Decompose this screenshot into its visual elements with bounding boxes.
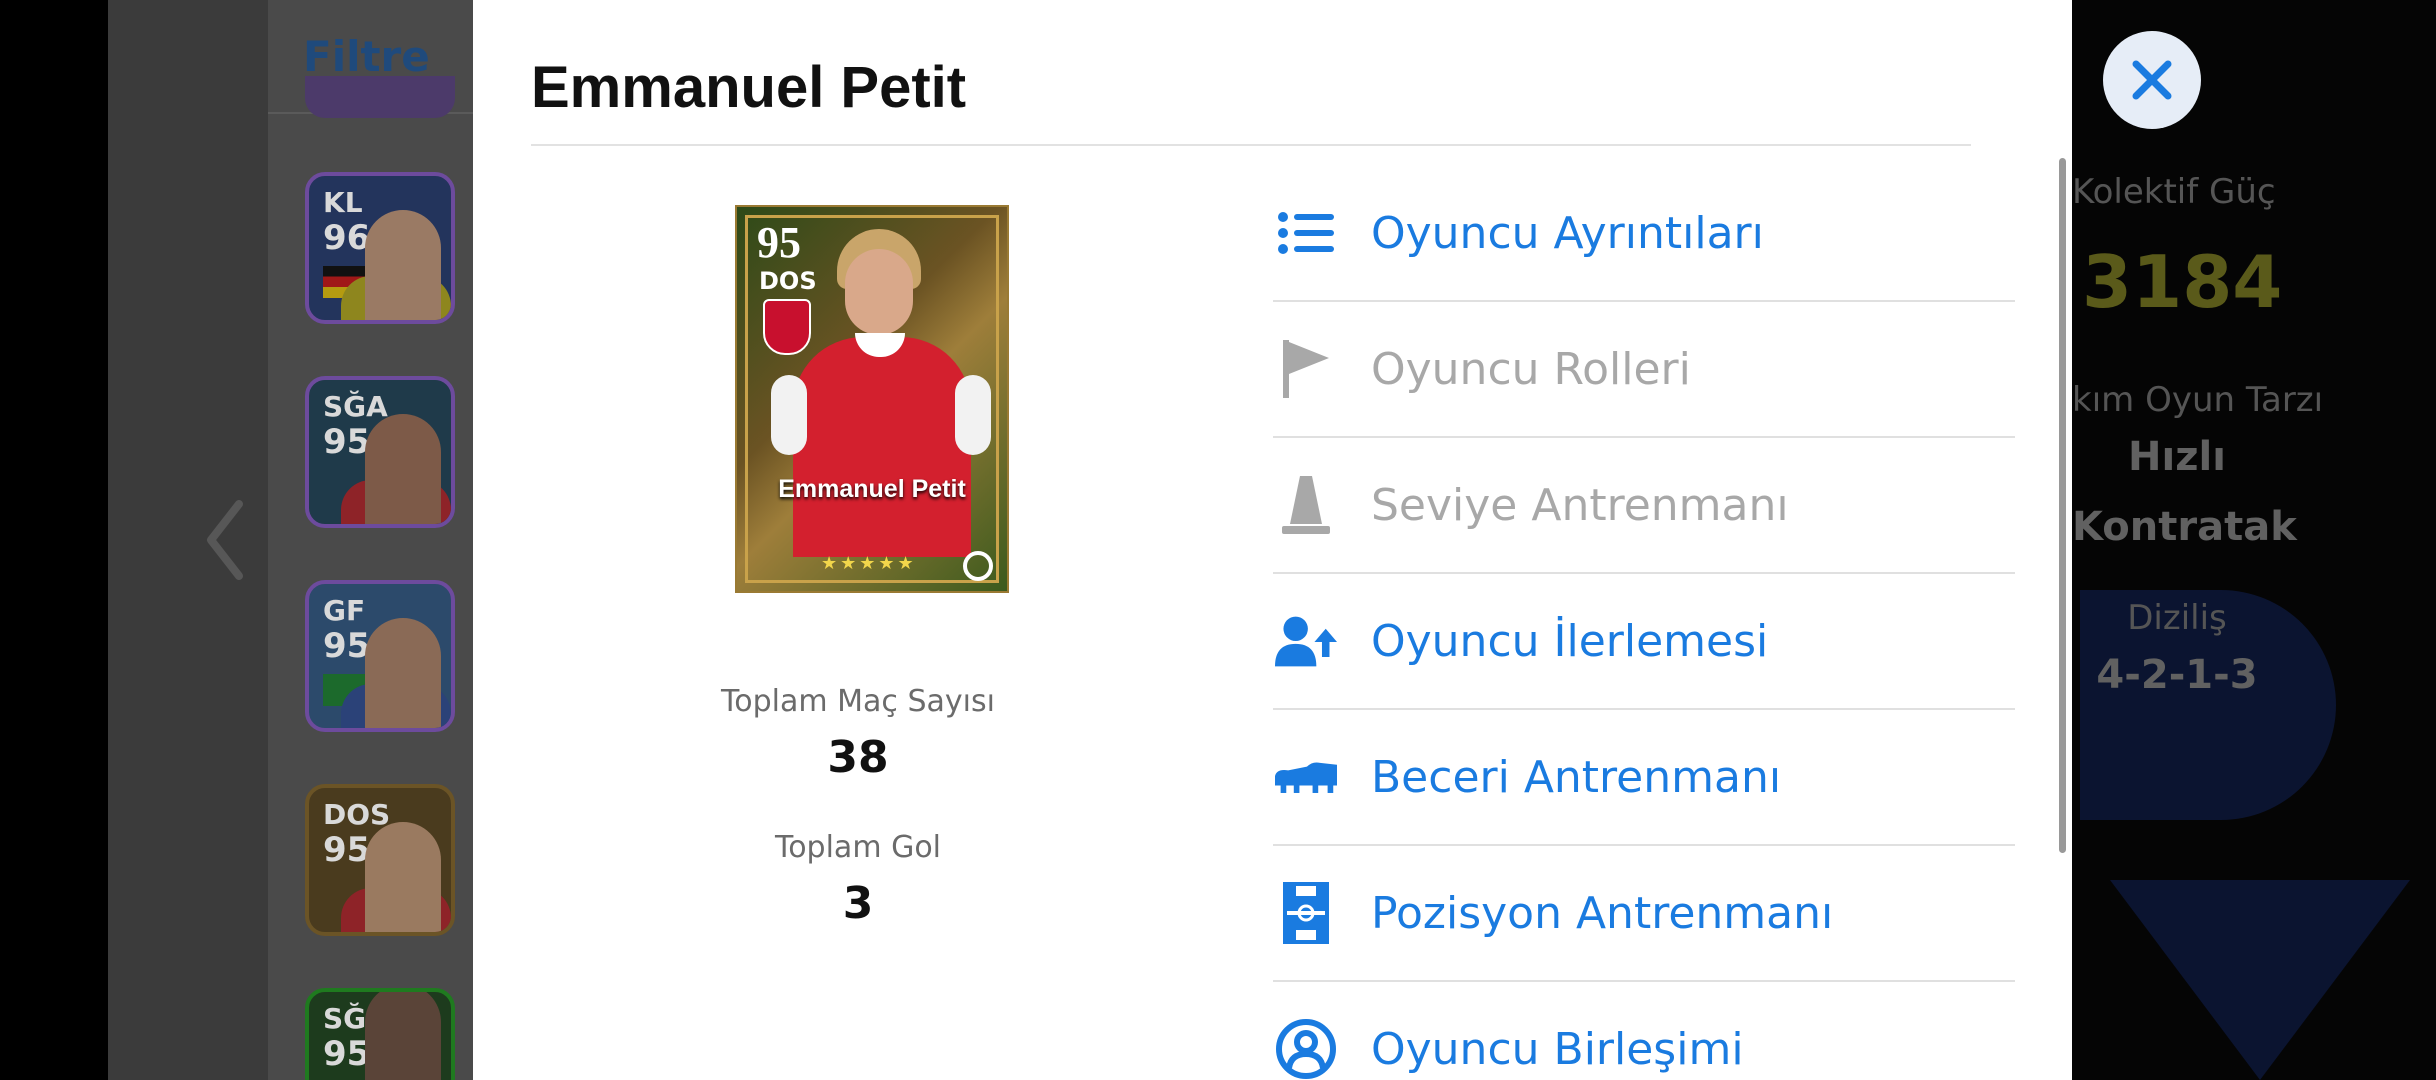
card-rating: 96: [323, 218, 371, 258]
card-rating: 95: [323, 1034, 371, 1074]
menu-item-player-roles[interactable]: Oyuncu Rolleri: [1273, 302, 2015, 438]
squad-card[interactable]: GF 95: [305, 580, 455, 732]
menu-item-label: Oyuncu Birleşimi: [1371, 1023, 1744, 1075]
filter-button[interactable]: Filtre: [303, 32, 430, 81]
player-photo: [365, 210, 441, 320]
player-merge-icon: [1275, 1018, 1337, 1080]
card-rating: 95: [323, 626, 371, 666]
divider: [531, 144, 1971, 146]
squad-card[interactable]: SĞA 95: [305, 376, 455, 528]
total-matches-label: Toplam Maç Sayısı: [721, 684, 995, 719]
club-badge-icon: [763, 299, 811, 355]
menu-item-player-progression[interactable]: Oyuncu İlerlemesi: [1273, 574, 2015, 710]
total-goals-value: 3: [842, 878, 874, 929]
pitch-icon: [1275, 882, 1337, 944]
card-position: SĞA: [323, 390, 388, 423]
player-action-menu: Oyuncu Ayrıntıları Oyuncu Rolleri Seviye…: [1273, 166, 2015, 1080]
efootball-logo-icon: [963, 551, 993, 581]
squad-card[interactable]: SĞK 95: [305, 988, 455, 1080]
menu-item-label: Oyuncu Ayrıntıları: [1371, 207, 1764, 259]
team-playstyle-label: kım Oyun Tarzı: [2072, 380, 2324, 420]
formation-value: 4-2-1-3: [2096, 652, 2258, 698]
decorative-shape: [2110, 880, 2410, 1080]
player-sleeve: [955, 375, 991, 455]
player-card[interactable]: 95 DOS Emmanuel Petit ★★★★★: [735, 205, 1009, 593]
collective-power-label: Kolektif Güç: [2072, 172, 2276, 212]
menu-item-label: Pozisyon Antrenmanı: [1371, 887, 1834, 939]
card-position: GF: [323, 594, 366, 627]
modal-scrollbar[interactable]: [2059, 158, 2066, 853]
card-position: DOS: [323, 798, 391, 831]
player-sleeve: [771, 375, 807, 455]
formation-label: Diziliş: [2127, 598, 2227, 638]
card-rating: 95: [323, 830, 371, 870]
player-photo: [365, 618, 441, 728]
team-playstyle-value: Kontratak: [2072, 504, 2297, 550]
flag-icon: [1275, 338, 1337, 400]
menu-item-player-merge[interactable]: Oyuncu Birleşimi: [1273, 982, 2015, 1080]
team-playstyle-value: Hızlı: [2128, 434, 2226, 480]
back-chevron-icon[interactable]: [205, 500, 245, 580]
menu-item-level-training[interactable]: Seviye Antrenmanı: [1273, 438, 2015, 574]
menu-item-label: Beceri Antrenmanı: [1371, 751, 1782, 803]
menu-item-label: Oyuncu İlerlemesi: [1371, 615, 1769, 667]
screen: Filtre KL 96 SĞA 95 GF 95 DOS 95 SĞK 95 …: [0, 0, 2436, 1080]
player-photo: [365, 414, 441, 524]
card-player-name: Emmanuel Petit: [778, 475, 966, 503]
list-icon: [1275, 202, 1337, 264]
menu-item-player-details[interactable]: Oyuncu Ayrıntıları: [1273, 166, 2015, 302]
card-rating: 95: [323, 422, 371, 462]
card-position: DOS: [759, 267, 817, 295]
total-goals-label: Toplam Gol: [774, 830, 942, 865]
squad-card[interactable]: DOS 95: [305, 784, 455, 936]
total-matches-value: 38: [827, 732, 889, 783]
close-icon: [2132, 60, 2172, 100]
squad-card[interactable]: KL 96: [305, 172, 455, 324]
collective-power-value: 3184: [2082, 240, 2283, 324]
player-photo: [365, 992, 441, 1080]
squad-card-partial[interactable]: [305, 76, 455, 118]
menu-item-skill-training[interactable]: Beceri Antrenmanı: [1273, 710, 2015, 846]
card-stars: ★★★★★: [821, 553, 917, 574]
user-progress-icon: [1275, 610, 1337, 672]
player-jersey: [793, 337, 971, 557]
player-photo: [365, 822, 441, 932]
close-button[interactable]: [2103, 31, 2201, 129]
card-rating: 95: [757, 218, 801, 267]
player-options-modal: Emmanuel Petit 95 DOS Emmanuel Petit ★★★…: [473, 0, 2072, 1080]
menu-item-position-training[interactable]: Pozisyon Antrenmanı: [1273, 846, 2015, 982]
menu-item-label: Oyuncu Rolleri: [1371, 343, 1691, 395]
football-boot-icon: [1275, 746, 1337, 808]
training-cone-icon: [1275, 474, 1337, 536]
player-photo: [845, 249, 913, 335]
modal-title: Emmanuel Petit: [531, 55, 967, 120]
menu-item-label: Seviye Antrenmanı: [1371, 479, 1789, 531]
card-position: KL: [323, 186, 363, 219]
